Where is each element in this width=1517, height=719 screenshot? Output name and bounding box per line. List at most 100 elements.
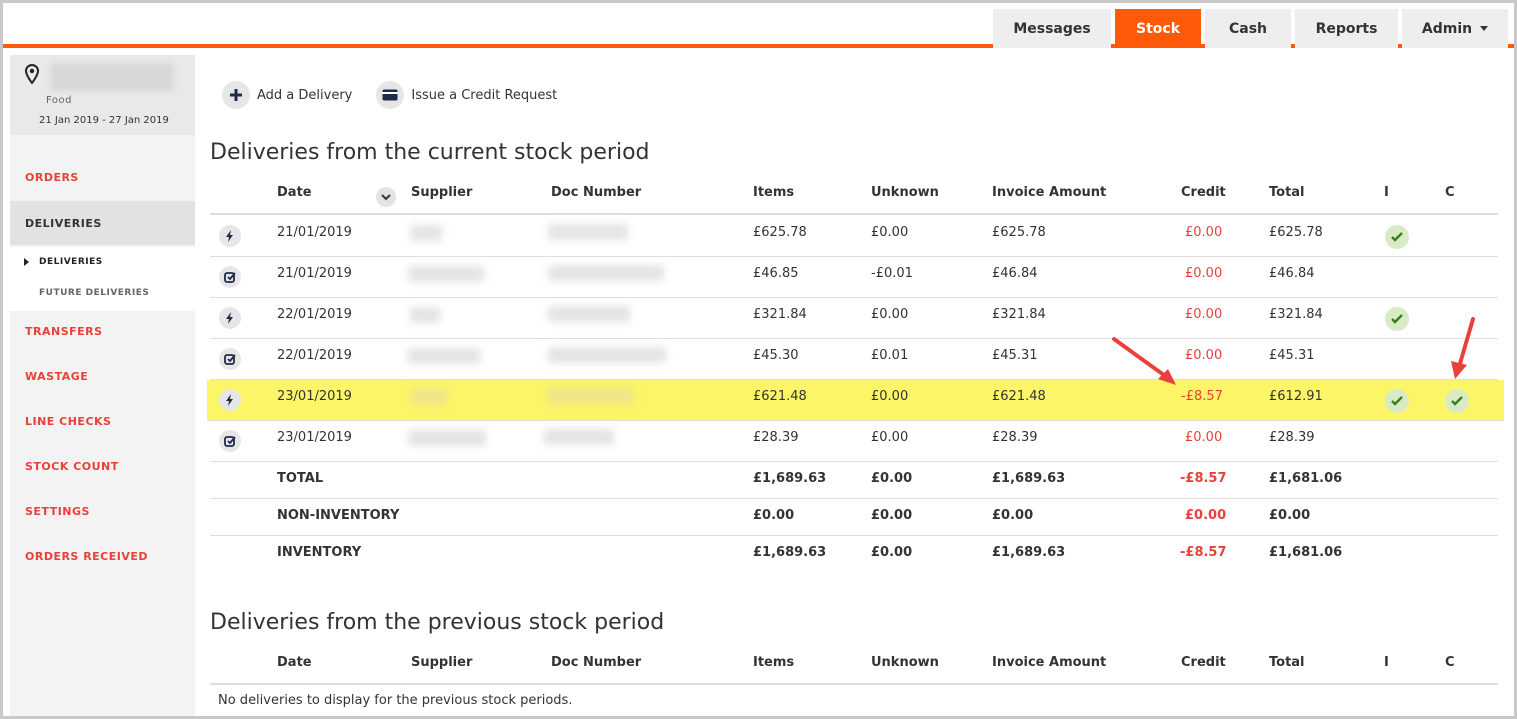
table-row[interactable]: 22/01/2019 £45.30 £0.01 £45.31 £0.00 £45…	[210, 339, 1498, 380]
col-total[interactable]: Total	[1269, 185, 1305, 200]
summary-credit: £0.00	[1185, 508, 1227, 523]
col-date[interactable]: Date	[277, 655, 312, 670]
tab-messages[interactable]: Messages	[993, 9, 1111, 48]
subitem-label: FUTURE DELIVERIES	[39, 288, 150, 298]
cell-items: £45.30	[753, 348, 799, 363]
sidebar-item-wastage[interactable]: WASTAGE	[10, 354, 195, 398]
col-supplier[interactable]: Supplier	[411, 655, 472, 670]
sidebar-item-label: DELIVERIES	[25, 216, 102, 230]
lightning-icon[interactable]	[219, 307, 241, 329]
summary-invoice: £0.00	[992, 508, 1034, 523]
checkmark-icon	[1385, 225, 1409, 249]
doc-number-redacted	[548, 306, 630, 322]
cell-unknown: £0.00	[871, 307, 909, 322]
cell-unknown: £0.01	[871, 348, 909, 363]
supplier-redacted	[411, 389, 447, 405]
sidebar-item-label: TRANSFERS	[25, 324, 103, 338]
sort-date-button[interactable]	[376, 187, 396, 207]
col-items[interactable]: Items	[753, 655, 794, 670]
sidebar-item-line-checks[interactable]: LINE CHECKS	[10, 399, 195, 443]
col-items[interactable]: Items	[753, 185, 794, 200]
edit-check-icon[interactable]	[219, 266, 241, 288]
summary-total: £1,681.06	[1269, 545, 1343, 560]
cell-invoice: £28.39	[992, 430, 1038, 445]
sidebar-item-label: ORDERS	[25, 170, 79, 184]
col-doc-number[interactable]: Doc Number	[551, 185, 641, 200]
summary-items: £1,689.63	[753, 471, 827, 486]
summary-total: £0.00	[1269, 508, 1311, 523]
col-credit[interactable]: Credit	[1181, 185, 1226, 200]
col-credit[interactable]: Credit	[1181, 655, 1226, 670]
col-invoice-amount[interactable]: Invoice Amount	[992, 185, 1106, 200]
col-c: C	[1445, 185, 1455, 200]
summary-invoice: £1,689.63	[992, 545, 1066, 560]
table-row[interactable]: 23/01/2019 £28.39 £0.00 £28.39 £0.00 £28…	[210, 421, 1498, 462]
sidebar-item-stock-count[interactable]: STOCK COUNT	[10, 444, 195, 488]
previous-period-title: Deliveries from the previous stock perio…	[210, 610, 665, 635]
subitem-deliveries[interactable]: DELIVERIES	[24, 257, 103, 267]
sidebar-item-label: SETTINGS	[25, 504, 90, 518]
stock-period-dates: 21 Jan 2019 - 27 Jan 2019	[39, 115, 169, 126]
table-row[interactable]: 22/01/2019 £321.84 £0.00 £321.84 £0.00 £…	[210, 298, 1498, 339]
supplier-redacted	[408, 266, 484, 282]
cell-invoice: £46.84	[992, 266, 1038, 281]
lightning-icon[interactable]	[219, 225, 241, 247]
cell-date: 23/01/2019	[277, 389, 352, 404]
cell-date: 22/01/2019	[277, 348, 352, 363]
tab-label: Admin	[1421, 20, 1473, 37]
supplier-redacted	[408, 348, 480, 364]
chevron-down-icon	[381, 193, 391, 200]
sidebar-item-orders-received[interactable]: ORDERS RECEIVED	[10, 534, 195, 578]
table-row[interactable]: 21/01/2019 £46.85 -£0.01 £46.84 £0.00 £4…	[210, 257, 1498, 298]
sidebar-item-label: LINE CHECKS	[25, 414, 112, 428]
cell-date: 21/01/2019	[277, 266, 352, 281]
tab-cash[interactable]: Cash	[1205, 9, 1291, 48]
col-unknown[interactable]: Unknown	[871, 655, 939, 670]
main-content: Add a Delivery Issue a Credit Request De…	[203, 55, 1508, 716]
summary-unknown: £0.00	[871, 471, 913, 486]
checkmark-icon	[1385, 389, 1409, 413]
col-unknown[interactable]: Unknown	[871, 185, 939, 200]
cell-date: 23/01/2019	[277, 430, 352, 445]
tab-admin[interactable]: Admin	[1402, 9, 1508, 48]
sidebar-item-orders[interactable]: ORDERS	[10, 155, 195, 199]
supplier-redacted	[408, 430, 486, 446]
tab-stock[interactable]: Stock	[1115, 9, 1201, 48]
cell-credit: £0.00	[1185, 266, 1223, 281]
col-doc-number[interactable]: Doc Number	[551, 655, 641, 670]
cell-credit: £0.00	[1185, 307, 1223, 322]
sidebar-item-transfers[interactable]: TRANSFERS	[10, 309, 195, 353]
issue-credit-request-label: Issue a Credit Request	[411, 87, 558, 103]
lightning-icon[interactable]	[219, 389, 241, 411]
subitem-future-deliveries[interactable]: FUTURE DELIVERIES	[39, 288, 149, 298]
add-delivery-button[interactable]: Add a Delivery	[222, 81, 352, 109]
credit-card-icon	[376, 81, 405, 109]
doc-number-redacted	[547, 388, 633, 404]
cell-invoice: £625.78	[992, 225, 1046, 240]
sidebar-item-settings[interactable]: SETTINGS	[10, 489, 195, 533]
doc-number-redacted	[548, 265, 664, 281]
table-row-highlighted[interactable]: 23/01/2019 £621.48 £0.00 £621.48 -£8.57 …	[207, 380, 1504, 421]
sidebar-item-deliveries[interactable]: DELIVERIES	[10, 201, 195, 245]
top-nav: Messages Stock Cash Reports Admin	[3, 3, 1514, 48]
table-row[interactable]: 21/01/2019 £625.78 £0.00 £625.78 £0.00 £…	[210, 216, 1498, 257]
tab-reports[interactable]: Reports	[1295, 9, 1398, 48]
tab-label: Messages	[1013, 20, 1091, 37]
edit-check-icon[interactable]	[219, 430, 241, 452]
cell-unknown: £0.00	[871, 389, 909, 404]
col-invoice-amount[interactable]: Invoice Amount	[992, 655, 1106, 670]
site-type: Food	[46, 95, 72, 106]
col-total[interactable]: Total	[1269, 655, 1305, 670]
edit-check-icon[interactable]	[219, 348, 241, 370]
cell-total: £45.31	[1269, 348, 1315, 363]
issue-credit-request-button[interactable]: Issue a Credit Request	[376, 81, 557, 109]
cell-total: £612.91	[1269, 389, 1323, 404]
col-date[interactable]: Date	[277, 185, 312, 200]
app-window: Messages Stock Cash Reports Admin Food 2…	[3, 3, 1514, 716]
tab-label: Reports	[1315, 20, 1378, 37]
sidebar-item-label: WASTAGE	[25, 369, 89, 383]
col-supplier[interactable]: Supplier	[411, 185, 472, 200]
summary-unknown: £0.00	[871, 545, 913, 560]
cell-date: 22/01/2019	[277, 307, 352, 322]
sidebar-item-label: ORDERS RECEIVED	[25, 549, 149, 563]
